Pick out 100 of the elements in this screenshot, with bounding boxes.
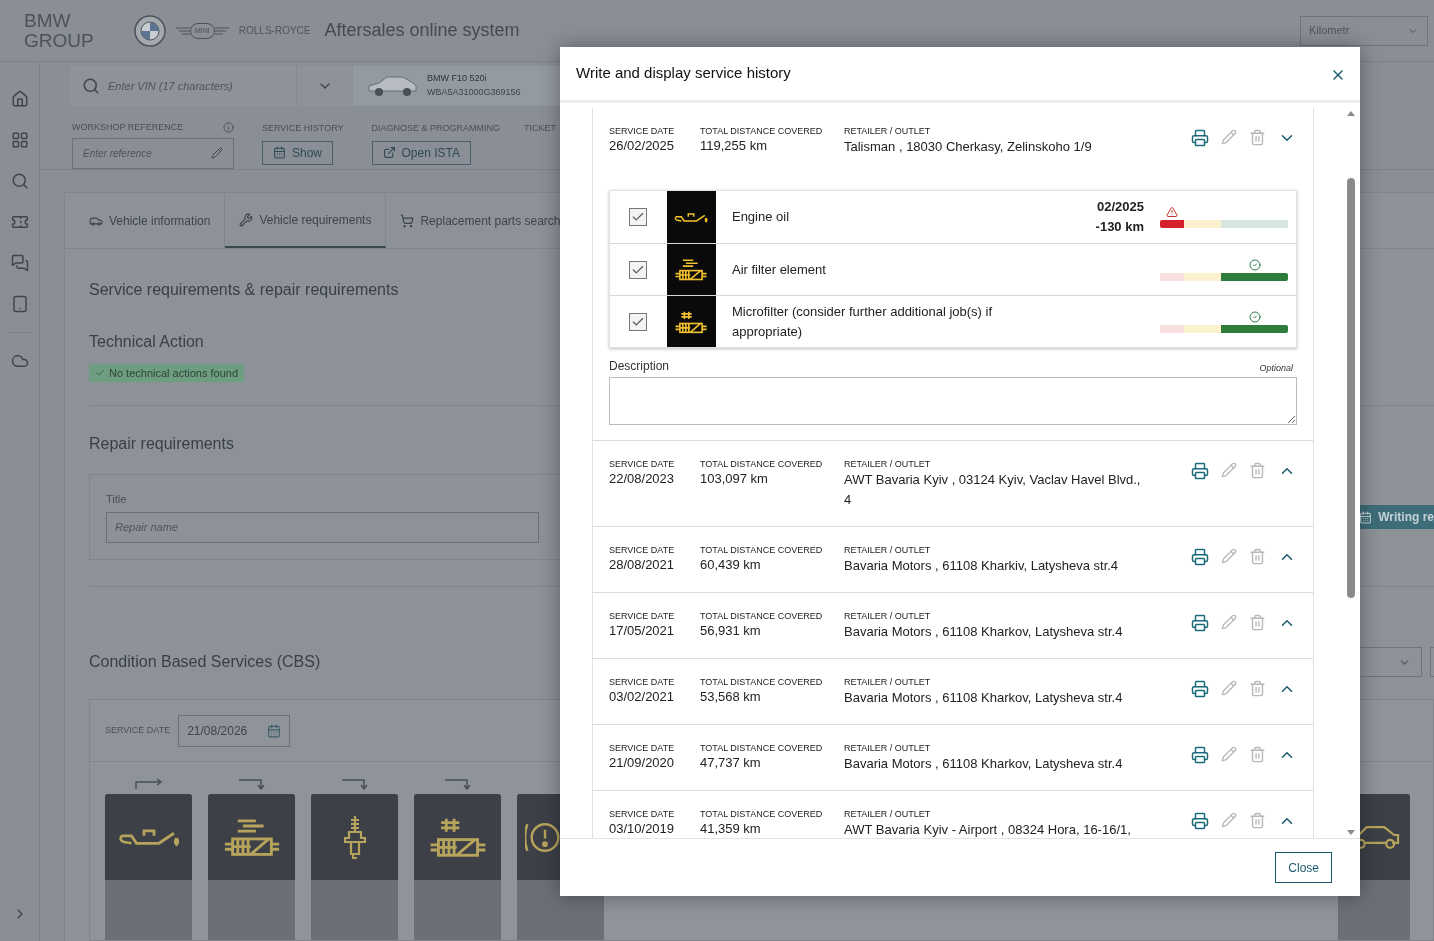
rolls-logo-text: ROLLS-ROYCE — [238, 24, 311, 38]
unit-select[interactable]: Kilometr — [1300, 15, 1428, 46]
field-label: TOTAL DISTANCE COVERED — [700, 544, 823, 556]
edit-icon[interactable] — [1221, 614, 1237, 630]
field-label: RETAILER / OUTLET — [844, 125, 931, 137]
retailer-value: Bavaria Motors , 61108 Kharkiv, Latysheva str.4 — [844, 557, 1119, 575]
search-icon — [82, 76, 100, 95]
service-date: 21/09/2020 — [609, 754, 675, 772]
roundel-logo-icon — [134, 14, 166, 47]
field-label: SERVICE DATE — [609, 742, 675, 754]
turn-arrow-icon — [339, 778, 370, 790]
delete-icon[interactable] — [1249, 462, 1266, 479]
check-circle-icon — [1248, 310, 1261, 323]
field-label: TOTAL DISTANCE COVERED — [700, 125, 823, 137]
edit-icon[interactable] — [1221, 746, 1237, 762]
app-title: Aftersales online system — [324, 19, 520, 42]
repair-name-field[interactable]: Repair name — [106, 511, 539, 543]
field-label: SERVICE DATE — [609, 544, 675, 556]
field-label: RETAILER / OUTLET — [844, 808, 931, 820]
cbs-icon — [342, 814, 367, 860]
edit-icon[interactable] — [1221, 680, 1237, 696]
calendar-icon — [1359, 510, 1373, 524]
cbs-tile[interactable] — [311, 794, 398, 940]
service-item-name: Air filter element — [731, 260, 827, 279]
warning-icon — [1166, 206, 1178, 218]
vin-search-field[interactable]: Enter VIN (17 characters) — [70, 66, 296, 106]
dialog-title: Write and display service history — [576, 63, 791, 84]
cbs-tile[interactable] — [208, 794, 295, 940]
check-icon — [95, 368, 105, 378]
status-badge: No technical actions found — [89, 364, 245, 382]
retailer-value: Bavaria Motors , 61108 Kharkov, Latysheva str.4 — [844, 755, 1123, 773]
retailer-value: AWT Bavaria Kyiv , 03124 Kyiv, Vaclav Havel Blvd., 4 — [844, 471, 1142, 509]
field-label: RETAILER / OUTLET — [844, 610, 931, 622]
field-label: SERVICE DATE — [609, 676, 675, 688]
field-label: SERVICE DATE — [609, 610, 675, 622]
field-label: RETAILER / OUTLET — [844, 544, 931, 556]
service-icon — [674, 211, 709, 223]
calendar-icon — [273, 146, 286, 160]
print-icon[interactable] — [1191, 548, 1209, 566]
print-icon[interactable] — [1191, 746, 1209, 764]
field-label: RETAILER / OUTLET — [844, 458, 931, 470]
service-date: 03/02/2021 — [609, 688, 675, 706]
edit-icon[interactable] — [1221, 548, 1237, 564]
service-icon — [674, 309, 709, 334]
delete-icon[interactable] — [1249, 548, 1266, 565]
distance-value: 47,737 km — [700, 754, 761, 772]
checkbox[interactable] — [629, 208, 648, 226]
delete-icon[interactable] — [1249, 614, 1266, 631]
delete-icon[interactable] — [1249, 129, 1266, 146]
service-icon — [674, 258, 709, 281]
delete-icon[interactable] — [1249, 812, 1266, 829]
print-icon[interactable] — [1191, 812, 1209, 830]
field-label: TOTAL DISTANCE COVERED — [700, 742, 823, 754]
turn-arrow-icon — [442, 778, 473, 790]
print-icon[interactable] — [1191, 614, 1209, 632]
cbs-tile[interactable] — [414, 794, 501, 940]
field-label: WORKSHOP REFERENCE — [72, 120, 184, 134]
section-heading: Repair requirements — [89, 434, 234, 454]
wing-icon — [176, 25, 190, 36]
field-label: RETAILER / OUTLET — [844, 742, 931, 754]
service-date: 28/08/2021 — [609, 556, 675, 574]
retailer-value: Bavaria Motors , 61108 Kharkov, Latysheva str.4 — [844, 689, 1123, 707]
distance-value: 119,255 km — [700, 137, 767, 155]
external-link-icon — [382, 146, 396, 160]
distance-value: 53,568 km — [700, 688, 761, 706]
calendar-icon — [267, 723, 282, 738]
print-icon[interactable] — [1191, 680, 1209, 698]
distance-value: 103,097 km — [700, 470, 768, 488]
checkbox[interactable] — [629, 260, 648, 279]
edit-icon[interactable] — [1221, 462, 1237, 478]
print-icon[interactable] — [1191, 129, 1209, 147]
reference-field[interactable]: Enter reference — [72, 137, 234, 169]
description-field[interactable] — [609, 377, 1297, 425]
tab[interactable]: Vehicle information — [75, 193, 226, 248]
wing-icon — [214, 25, 229, 36]
checkbox[interactable] — [629, 312, 648, 331]
service-item-name: Engine oil — [731, 208, 791, 226]
open-ista-button[interactable]: Open ISTA — [371, 140, 471, 165]
retailer-value: Talisman , 18030 Cherkasy, Zelinskoho 1/9 — [844, 138, 1092, 156]
delete-icon[interactable] — [1249, 746, 1266, 763]
service-date: 03/10/2019 — [609, 820, 675, 838]
service-date: 22/08/2023 — [609, 470, 675, 488]
distance-value: 60,439 km — [700, 556, 761, 574]
show-history-button[interactable]: Show — [262, 140, 334, 165]
close-button[interactable]: Close — [1275, 852, 1332, 883]
info-icon[interactable] — [223, 122, 234, 134]
section-heading: Technical Action — [89, 332, 204, 352]
vehicle-vin: WBA5A31000G369156 — [427, 85, 521, 99]
description-label: Description — [609, 358, 670, 375]
cbs-tile[interactable] — [105, 794, 192, 940]
edit-icon[interactable] — [1221, 812, 1237, 828]
edit-icon[interactable] — [1221, 129, 1237, 145]
service-date: 26/02/2025 — [609, 137, 675, 155]
cbs-icon — [118, 827, 179, 847]
print-icon[interactable] — [1191, 462, 1209, 480]
service-date-field[interactable]: 21/08/2026 — [178, 714, 291, 747]
distance-value: 41,359 km — [700, 820, 761, 838]
optional-hint: Optional — [1259, 361, 1294, 375]
delete-icon[interactable] — [1249, 680, 1266, 697]
tab[interactable]: Vehicle requirements — [225, 193, 387, 248]
